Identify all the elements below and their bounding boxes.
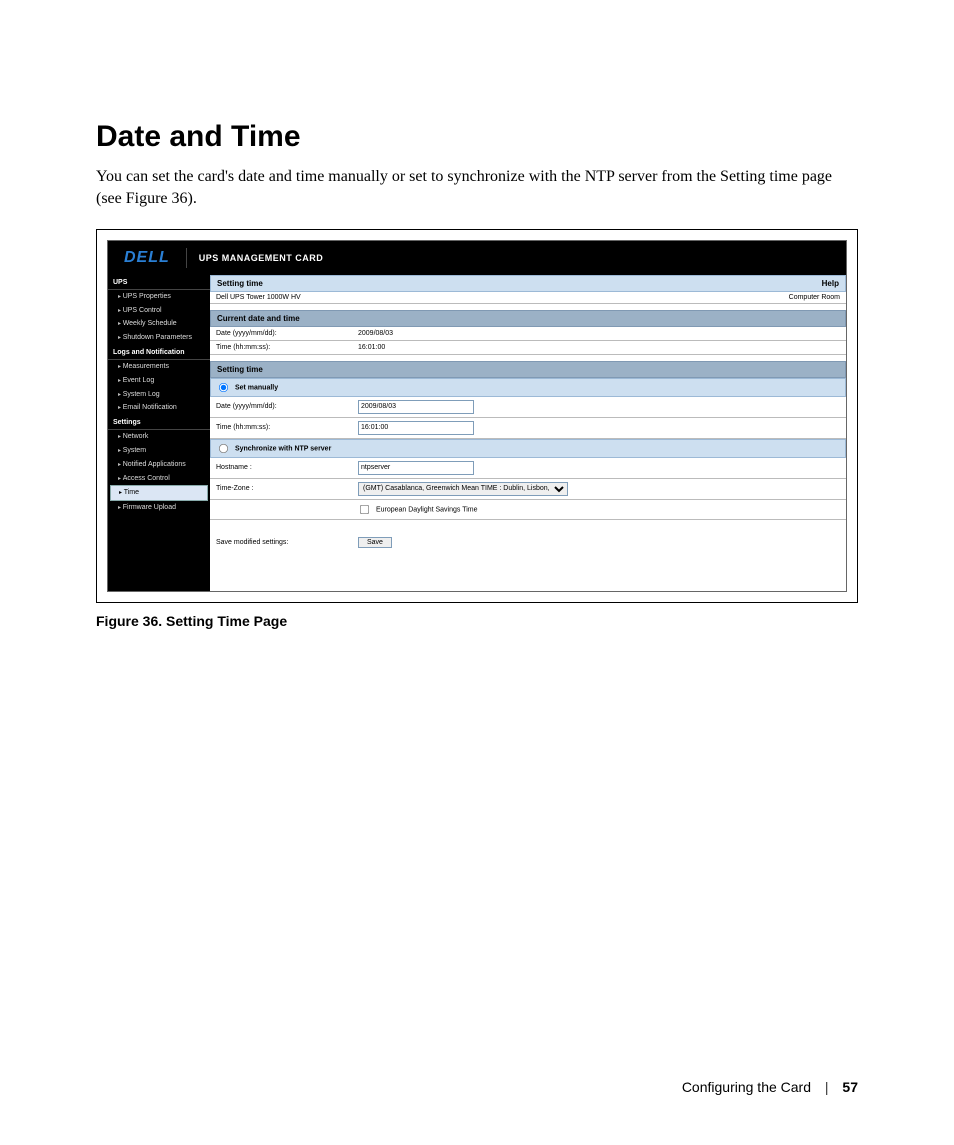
sidebar-item-event-log[interactable]: Event Log [108, 374, 210, 388]
sync-ntp-radio[interactable] [219, 444, 228, 453]
device-location: Computer Room [789, 294, 840, 301]
set-date-input[interactable] [358, 400, 474, 414]
sidebar-group-settings: Settings [108, 415, 210, 430]
manual-set-table: Date (yyyy/mm/dd): Time (hh:mm:ss): [210, 397, 846, 439]
save-row: Save modified settings: Save [210, 534, 846, 551]
section-heading: Date and Time [96, 120, 858, 154]
figure-screenshot: DELL UPS MANAGEMENT CARD UPS UPS Propert… [96, 229, 858, 603]
hostname-label: Hostname : [210, 458, 352, 479]
sidebar-item-network[interactable]: Network [108, 430, 210, 444]
footer-page-number: 57 [842, 1079, 858, 1095]
dst-checkbox[interactable] [360, 505, 369, 514]
card-title: UPS MANAGEMENT CARD [199, 253, 324, 263]
sync-ntp-label: Synchronize with NTP server [235, 445, 331, 452]
set-manually-label: Set manually [235, 384, 278, 391]
timezone-select[interactable]: (GMT) Casablanca, Greenwich Mean TIME : … [358, 482, 568, 496]
device-row: Dell UPS Tower 1000W HV Computer Room [210, 292, 846, 304]
card-header: DELL UPS MANAGEMENT CARD [108, 241, 846, 275]
sidebar: UPS UPS Properties UPS Control Weekly Sc… [108, 275, 210, 591]
sidebar-item-time[interactable]: Time [110, 485, 208, 501]
save-button[interactable]: Save [358, 537, 392, 548]
sidebar-item-access-control[interactable]: Access Control [108, 472, 210, 486]
sidebar-item-measurements[interactable]: Measurements [108, 360, 210, 374]
set-date-label: Date (yyyy/mm/dd): [210, 397, 352, 418]
dell-logo: DELL [108, 249, 186, 267]
sidebar-group-ups: UPS [108, 275, 210, 290]
header-divider [186, 248, 187, 268]
setting-time-header: Setting time [210, 361, 846, 378]
sidebar-item-shutdown-parameters[interactable]: Shutdown Parameters [108, 331, 210, 345]
footer-separator: | [825, 1079, 829, 1095]
ntp-table: Hostname : Time-Zone : (GMT) Casablanca,… [210, 458, 846, 520]
footer-section: Configuring the Card [682, 1079, 811, 1095]
current-datetime-header: Current date and time [210, 310, 846, 327]
sidebar-item-weekly-schedule[interactable]: Weekly Schedule [108, 317, 210, 331]
sync-ntp-row[interactable]: Synchronize with NTP server [210, 439, 846, 458]
current-time-value: 16:01:00 [352, 340, 846, 354]
device-name: Dell UPS Tower 1000W HV [216, 294, 301, 301]
current-time-label: Time (hh:mm:ss): [210, 340, 352, 354]
sidebar-item-firmware-upload[interactable]: Firmware Upload [108, 501, 210, 515]
title-bar-title: Setting time [217, 279, 263, 288]
sidebar-item-notified-applications[interactable]: Notified Applications [108, 458, 210, 472]
content-area: Setting time Help Dell UPS Tower 1000W H… [210, 275, 846, 591]
intro-paragraph: You can set the card's date and time man… [96, 166, 858, 211]
save-label: Save modified settings: [210, 534, 352, 551]
hostname-input[interactable] [358, 461, 474, 475]
sidebar-item-email-notification[interactable]: Email Notification [108, 401, 210, 415]
set-time-input[interactable] [358, 421, 474, 435]
sidebar-item-system-log[interactable]: System Log [108, 388, 210, 402]
set-manually-row[interactable]: Set manually [210, 378, 846, 397]
page-footer: Configuring the Card | 57 [682, 1079, 858, 1095]
current-datetime-table: Date (yyyy/mm/dd): 2009/08/03 Time (hh:m… [210, 327, 846, 355]
sidebar-item-ups-properties[interactable]: UPS Properties [108, 290, 210, 304]
dst-label: European Daylight Savings Time [376, 506, 478, 513]
sidebar-item-ups-control[interactable]: UPS Control [108, 304, 210, 318]
timezone-label: Time-Zone : [210, 478, 352, 499]
figure-caption: Figure 36. Setting Time Page [96, 613, 858, 629]
current-date-label: Date (yyyy/mm/dd): [210, 327, 352, 341]
current-date-value: 2009/08/03 [352, 327, 846, 341]
set-time-label: Time (hh:mm:ss): [210, 417, 352, 438]
ups-card: DELL UPS MANAGEMENT CARD UPS UPS Propert… [107, 240, 847, 592]
sidebar-group-logs: Logs and Notification [108, 345, 210, 360]
title-bar: Setting time Help [210, 275, 846, 292]
help-link[interactable]: Help [822, 279, 839, 288]
set-manually-radio[interactable] [219, 383, 228, 392]
sidebar-item-system[interactable]: System [108, 444, 210, 458]
